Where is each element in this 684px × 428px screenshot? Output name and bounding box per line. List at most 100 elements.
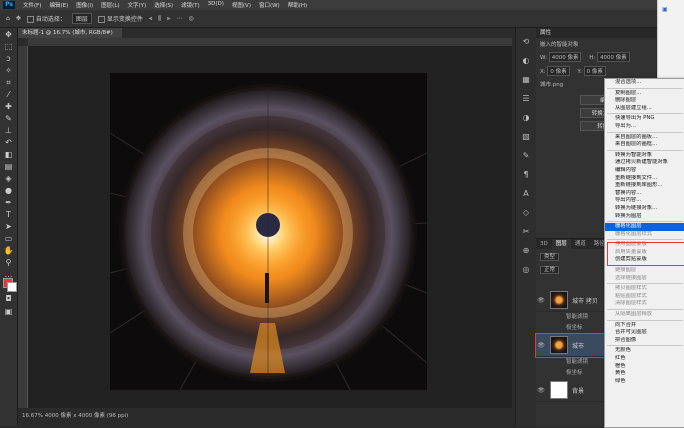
context-menu-item[interactable]: 黄色 xyxy=(605,370,684,378)
shape-tool-icon[interactable]: ▭ xyxy=(3,233,14,244)
context-menu-item[interactable]: 绿色 xyxy=(605,378,684,386)
gradient-tool-icon[interactable]: ▤ xyxy=(3,161,14,172)
move-tool-icon[interactable]: ✥ xyxy=(3,29,14,40)
glyphs-icon[interactable]: ⊕ xyxy=(521,246,531,256)
x-field[interactable]: 0 像素 xyxy=(547,66,570,76)
pen-tool-icon[interactable]: ✒ xyxy=(3,197,14,208)
3d-mode-icon[interactable]: ◎ xyxy=(188,15,193,22)
context-menu-item[interactable]: 创建剪贴蒙版 xyxy=(605,256,684,264)
context-menu-item[interactable]: 合并可见图层 xyxy=(605,329,684,337)
context-menu-item[interactable]: 无颜色 xyxy=(605,347,684,355)
healing-tool-icon[interactable]: ✚ xyxy=(3,101,14,112)
show-transform-checkbox[interactable]: 显示变换控件 xyxy=(97,14,143,23)
align-right-icon[interactable]: ⫸ xyxy=(167,15,170,23)
blend-mode-select[interactable]: 正常 xyxy=(540,266,560,274)
menu-item[interactable]: 滤镜(T) xyxy=(177,1,204,9)
context-menu-item[interactable]: 栅格化图层 xyxy=(605,223,684,231)
document-image[interactable] xyxy=(110,73,427,390)
distribute-icon[interactable]: ⋯ xyxy=(176,15,182,22)
menu-item[interactable]: 3D(D) xyxy=(204,1,228,9)
align-center-icon[interactable]: ⫼ xyxy=(158,15,161,23)
menu-item[interactable]: 文件(F) xyxy=(19,1,45,9)
visibility-eye-icon[interactable]: 👁 xyxy=(536,387,546,394)
context-menu-item[interactable]: 从图层建立组... xyxy=(605,105,684,113)
lasso-tool-icon[interactable]: ↄ xyxy=(3,53,14,64)
y-field[interactable]: 0 像素 xyxy=(583,66,606,76)
properties-icon[interactable]: ◑ xyxy=(521,113,531,123)
context-menu-item[interactable]: 拼合图像 xyxy=(605,337,684,345)
properties-header: 属性 xyxy=(536,28,656,38)
character-icon[interactable]: A xyxy=(521,189,531,199)
screen-mode-icon[interactable]: ▣ xyxy=(3,306,14,317)
tab-3d[interactable]: 3D xyxy=(536,239,552,249)
context-menu-item[interactable]: 橙色 xyxy=(605,363,684,371)
home-icon[interactable]: ⌂ xyxy=(6,15,10,22)
brush-settings-icon[interactable]: ✎ xyxy=(521,151,531,161)
quick-mask-icon[interactable]: ◘ xyxy=(3,293,14,304)
dodge-tool-icon[interactable]: ● xyxy=(3,185,14,196)
context-menu-item[interactable]: 删除图层 xyxy=(605,97,684,105)
context-menu-item[interactable]: 重新链接到文件... xyxy=(605,175,684,183)
align-left-icon[interactable]: ⫷ xyxy=(149,15,152,23)
context-menu-item[interactable]: 混合选项... xyxy=(605,79,684,87)
paragraph-icon[interactable]: ¶ xyxy=(521,170,531,180)
auto-select-checkbox[interactable]: 自动选择： xyxy=(26,14,66,23)
background-color-swatch[interactable] xyxy=(7,282,17,292)
menu-item[interactable]: 选择(S) xyxy=(150,1,177,9)
tab-layers[interactable]: 图层 xyxy=(551,239,571,249)
context-menu-item[interactable]: 导出为... xyxy=(605,123,684,131)
magic-wand-tool-icon[interactable]: ✧ xyxy=(3,65,14,76)
context-menu-item[interactable]: 复制图层... xyxy=(605,90,684,98)
swatches-icon[interactable]: ▦ xyxy=(521,75,531,85)
tab-channels[interactable]: 通道 xyxy=(571,239,590,249)
h-field[interactable]: 4000 像素 xyxy=(596,52,630,62)
history-brush-tool-icon[interactable]: ↶ xyxy=(3,137,14,148)
crop-tool-icon[interactable]: ⌗ xyxy=(3,77,14,88)
brush-tool-icon[interactable]: ✎ xyxy=(3,113,14,124)
menu-item[interactable]: 图层(L) xyxy=(97,1,123,9)
context-menu-item[interactable]: 导出内容... xyxy=(605,197,684,205)
eyedropper-tool-icon[interactable]: ⁄ xyxy=(3,89,14,100)
history-icon[interactable]: ⟲ xyxy=(521,37,531,47)
move-tool-icon[interactable]: ✥ xyxy=(16,15,21,22)
adjustments-icon[interactable]: ☰ xyxy=(521,94,531,104)
stamp-tool-icon[interactable]: ⊥ xyxy=(3,125,14,136)
menu-item[interactable]: 编辑(E) xyxy=(45,1,72,9)
styles-icon[interactable]: ◇ xyxy=(521,208,531,218)
context-menu-item[interactable]: 向下合并 xyxy=(605,322,684,330)
context-menu-item: 栅格化图层样式 xyxy=(615,230,653,237)
context-menu-item[interactable]: 来自图层的画板... xyxy=(605,134,684,142)
context-menu-item[interactable]: 通过拷贝新建智能对象 xyxy=(605,159,684,167)
tools-icon[interactable]: ✂ xyxy=(521,227,531,237)
menu-item[interactable]: 文字(Y) xyxy=(124,1,151,9)
path-select-tool-icon[interactable]: ➤ xyxy=(3,221,14,232)
w-field[interactable]: 4000 像素 xyxy=(548,52,582,62)
menu-item[interactable]: 窗口(W) xyxy=(255,1,284,9)
marquee-tool-icon[interactable]: ⬚ xyxy=(3,41,14,52)
context-menu-item[interactable]: 转换为智能对象 xyxy=(605,152,684,160)
layer-kind-filter[interactable]: 类型 xyxy=(540,253,560,261)
visibility-eye-icon[interactable]: 👁 xyxy=(536,342,546,349)
context-menu-item[interactable]: 重新链接到库图形... xyxy=(605,182,684,190)
context-menu-item[interactable]: 红色 xyxy=(605,355,684,363)
eraser-tool-icon[interactable]: ◧ xyxy=(3,149,14,160)
document-tab[interactable]: 未标题-1 @ 16.7% (城市, RGB/8#) xyxy=(18,28,122,38)
context-menu-item[interactable]: 转换为链接对象... xyxy=(605,205,684,213)
menu-item[interactable]: 视图(V) xyxy=(228,1,255,9)
menu-item[interactable]: 图像(I) xyxy=(72,1,97,9)
context-menu-item[interactable]: 快速导出为 PNG xyxy=(605,115,684,123)
type-tool-icon[interactable]: T xyxy=(3,209,14,220)
hand-tool-icon[interactable]: ✋ xyxy=(3,245,14,256)
libraries-icon[interactable]: ▧ xyxy=(521,132,531,142)
visibility-eye-icon[interactable]: 👁 xyxy=(536,297,546,304)
context-menu-item[interactable]: 转换为图层 xyxy=(605,213,684,221)
layer-select-dropdown[interactable]: 图层 xyxy=(71,13,92,24)
context-menu-item[interactable]: 替换内容... xyxy=(605,190,684,198)
zoom-tool-icon[interactable]: ⚲ xyxy=(3,257,14,268)
channels-icon[interactable]: ◎ xyxy=(521,265,531,275)
color-icon[interactable]: ◐ xyxy=(521,56,531,66)
blur-tool-icon[interactable]: ◈ xyxy=(3,173,14,184)
context-menu-item[interactable]: 编辑内容 xyxy=(605,167,684,175)
context-menu-item[interactable]: 来自图层的画框... xyxy=(605,141,684,149)
menu-item[interactable]: 帮助(H) xyxy=(284,1,311,9)
